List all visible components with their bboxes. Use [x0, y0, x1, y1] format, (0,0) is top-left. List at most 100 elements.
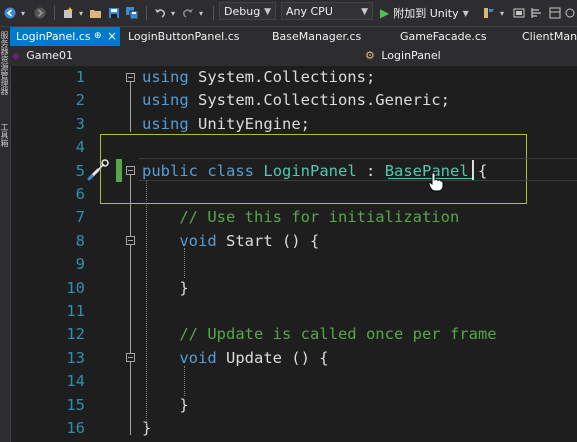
new-dropdown-icon[interactable]: ▾ — [77, 3, 85, 23]
line-number: 5 — [75, 161, 85, 180]
toolbar-separator — [52, 3, 56, 23]
tab-basemanager[interactable]: BaseManager.cs — [266, 27, 386, 46]
line-number: 12 — [66, 325, 85, 344]
tab-loginpanel[interactable]: LoginPanel.cs ⊕ × — [10, 27, 120, 46]
code-token: } — [142, 278, 189, 297]
tool-window-sidebar: 服务器资源管理器 工具箱 — [0, 27, 11, 442]
new-project-icon[interactable] — [60, 3, 76, 23]
undo-dropdown-icon[interactable]: ▾ — [169, 3, 177, 23]
toolbox-tab[interactable]: 工具箱 — [0, 123, 10, 163]
back-icon[interactable] — [2, 3, 18, 23]
platform-value: Any CPU — [286, 5, 333, 18]
code-token: Start () { — [216, 231, 320, 250]
play-icon: ▶ — [380, 6, 390, 20]
save-icon[interactable] — [106, 3, 122, 23]
code-line[interactable]: void Start () { — [142, 230, 319, 253]
forward-icon[interactable] — [32, 3, 48, 23]
tab-loginbuttonpanel[interactable]: LoginButtonPanel.cs — [122, 27, 258, 46]
member-dropdown[interactable]: ⚙ LoginPanel — [365, 47, 575, 64]
toolbar-button-1-icon[interactable] — [512, 3, 526, 23]
close-icon[interactable]: × — [107, 27, 117, 46]
platform-select[interactable]: Any CPU ▼ — [281, 2, 373, 20]
document-tabs: LoginPanel.cs ⊕ × LoginButtonPanel.cs Ba… — [10, 27, 577, 46]
line-number: 1 — [75, 68, 85, 86]
line-number: 3 — [75, 114, 85, 133]
member-name: LoginPanel — [381, 49, 441, 62]
chevron-down-icon: ▼ — [361, 7, 368, 17]
toolbar-button-3-icon[interactable] — [548, 3, 562, 23]
redo-dropdown-icon[interactable]: ▾ — [197, 3, 205, 23]
indent-guide — [184, 366, 185, 396]
code-token: // Update is called once per frame — [142, 325, 497, 344]
tab-label: BaseManager.cs — [272, 30, 362, 43]
line-number: 9 — [75, 255, 85, 274]
class-icon: ⚙ — [365, 49, 375, 62]
navigation-bar: ◆ Game01 ⚙ LoginPanel — [10, 46, 577, 67]
fold-line — [130, 175, 131, 435]
code-line[interactable]: // Update is called once per frame — [142, 323, 497, 346]
solution-config-value: Debug — [224, 5, 261, 18]
screwdriver-brush-icon[interactable] — [86, 158, 110, 182]
toolbar-button-4-icon[interactable] — [564, 3, 576, 23]
code-token: using — [142, 91, 189, 110]
code-token: } — [142, 395, 189, 414]
line-number: 2 — [75, 91, 85, 110]
back-dropdown-icon[interactable]: ▾ — [19, 3, 27, 23]
code-token: using — [142, 114, 189, 133]
code-line[interactable]: // Use this for initialization — [142, 206, 459, 229]
code-token: System.Collections.Generic; — [188, 91, 450, 110]
chevron-down-icon: ▼ — [462, 8, 469, 18]
code-line[interactable]: } — [142, 277, 189, 300]
attach-label: 附加到 Unity — [393, 7, 459, 20]
code-token: // Use this for initialization — [142, 208, 460, 227]
undo-icon[interactable] — [152, 3, 168, 23]
redo-icon[interactable] — [180, 3, 196, 23]
indent-guide — [184, 248, 185, 278]
scheduler-dropdown-icon[interactable]: ▾ — [498, 3, 506, 23]
pin-icon[interactable]: ⊕ — [94, 27, 102, 46]
fold-line — [130, 82, 131, 132]
line-number: 14 — [66, 372, 85, 391]
code-line[interactable]: using UnityEngine; — [142, 113, 310, 136]
tab-label: LoginPanel.cs — [16, 30, 91, 43]
open-file-icon[interactable] — [88, 3, 104, 23]
solution-config-select[interactable]: Debug ▼ — [219, 2, 276, 20]
line-number: 8 — [75, 231, 85, 250]
project-name: Game01 — [26, 49, 73, 62]
code-line[interactable]: void Update () { — [142, 347, 329, 370]
line-number: 10 — [66, 278, 85, 297]
code-token: using — [142, 68, 189, 86]
tab-label: GameFacade.cs — [400, 30, 487, 43]
code-token: System.Collections; — [188, 68, 376, 86]
fold-toggle[interactable] — [126, 353, 135, 362]
save-all-icon[interactable] — [124, 3, 140, 23]
line-number: 13 — [66, 348, 85, 367]
line-number: 7 — [75, 208, 85, 227]
fold-toggle[interactable] — [126, 236, 135, 245]
line-number: 4 — [75, 138, 85, 157]
server-explorer-tab[interactable]: 服务器资源管理器 — [0, 31, 10, 115]
tab-label: LoginButtonPanel.cs — [128, 30, 240, 43]
code-line[interactable]: using System.Collections; — [142, 66, 375, 89]
hand-pointer-icon — [428, 172, 444, 192]
line-number: 6 — [75, 185, 85, 203]
tab-clientmanager[interactable]: ClientMana — [516, 27, 577, 46]
fold-toggle[interactable] — [126, 73, 135, 82]
code-line[interactable]: using System.Collections.Generic; — [142, 89, 450, 112]
scheduler-icon[interactable] — [481, 3, 497, 23]
attach-to-unity-button[interactable]: ▶ 附加到 Unity ▼ — [380, 3, 476, 23]
project-dropdown[interactable]: ◆ Game01 — [12, 47, 202, 64]
toolbar-separator — [144, 3, 148, 23]
line-number: 15 — [66, 395, 85, 414]
line-number: 16 — [66, 419, 85, 437]
code-token: Update () { — [216, 348, 329, 367]
code-token: UnityEngine; — [188, 114, 310, 133]
tab-gamefacade[interactable]: GameFacade.cs — [394, 27, 510, 46]
code-line[interactable]: } — [142, 394, 189, 417]
indent-guide — [146, 180, 147, 426]
toolbar-button-2-icon[interactable] — [530, 3, 544, 23]
csharp-project-icon: ◆ — [12, 51, 20, 62]
toolbar: ▾ ▾ ▾ ▾ Debug ▼ Any CPU ▼ ▶ 附加到 Unity ▼ … — [0, 0, 577, 27]
tab-label: ClientMana — [522, 30, 577, 43]
